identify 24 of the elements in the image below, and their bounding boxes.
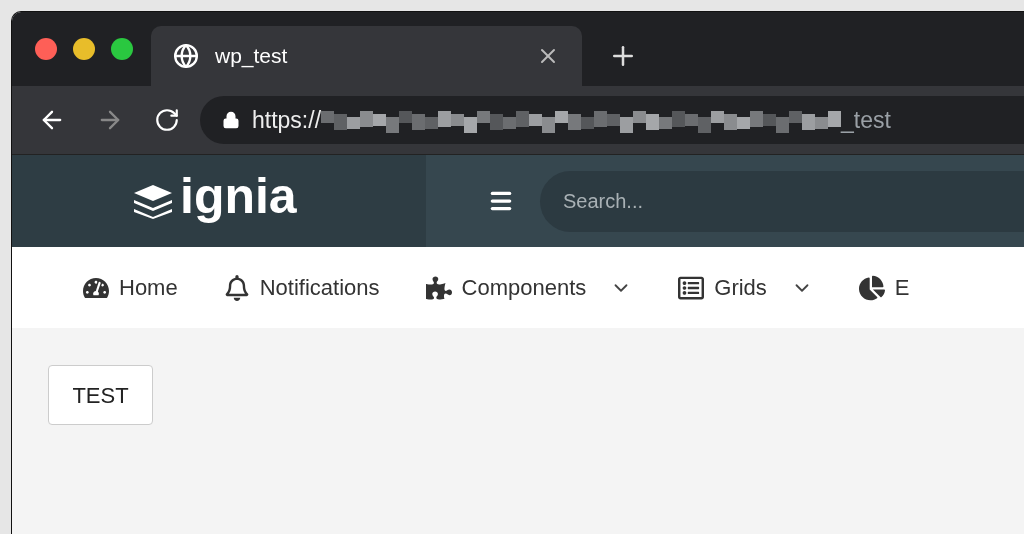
nav-item[interactable]: Notifications [219, 265, 384, 310]
stack-logo-icon [132, 183, 174, 219]
search-field[interactable]: Search... [540, 170, 1024, 232]
nav-item[interactable]: Home [79, 265, 182, 310]
lock-icon [222, 111, 240, 129]
nav-item[interactable]: Components [421, 265, 637, 310]
zoom-window-button[interactable] [111, 38, 133, 60]
minimize-window-button[interactable] [73, 38, 95, 60]
url-text: https:// [252, 105, 322, 135]
list-icon [678, 274, 705, 301]
address-bar[interactable]: https:// _test [200, 96, 1024, 144]
test-button[interactable]: TEST [48, 365, 153, 425]
nav-item[interactable]: E [854, 265, 914, 310]
url-text: _test [841, 105, 891, 135]
reload-icon[interactable] [154, 107, 180, 133]
puzzle-icon [425, 274, 452, 301]
logo-text: ignia [180, 171, 297, 221]
globe-icon [173, 43, 199, 69]
pie-chart-icon [858, 274, 885, 301]
nav-item[interactable]: Grids [674, 265, 817, 310]
tab-title: wp_test [215, 43, 288, 70]
close-window-button[interactable] [35, 38, 57, 60]
bell-icon [223, 274, 250, 301]
browser-tab[interactable]: wp_test [151, 26, 582, 86]
